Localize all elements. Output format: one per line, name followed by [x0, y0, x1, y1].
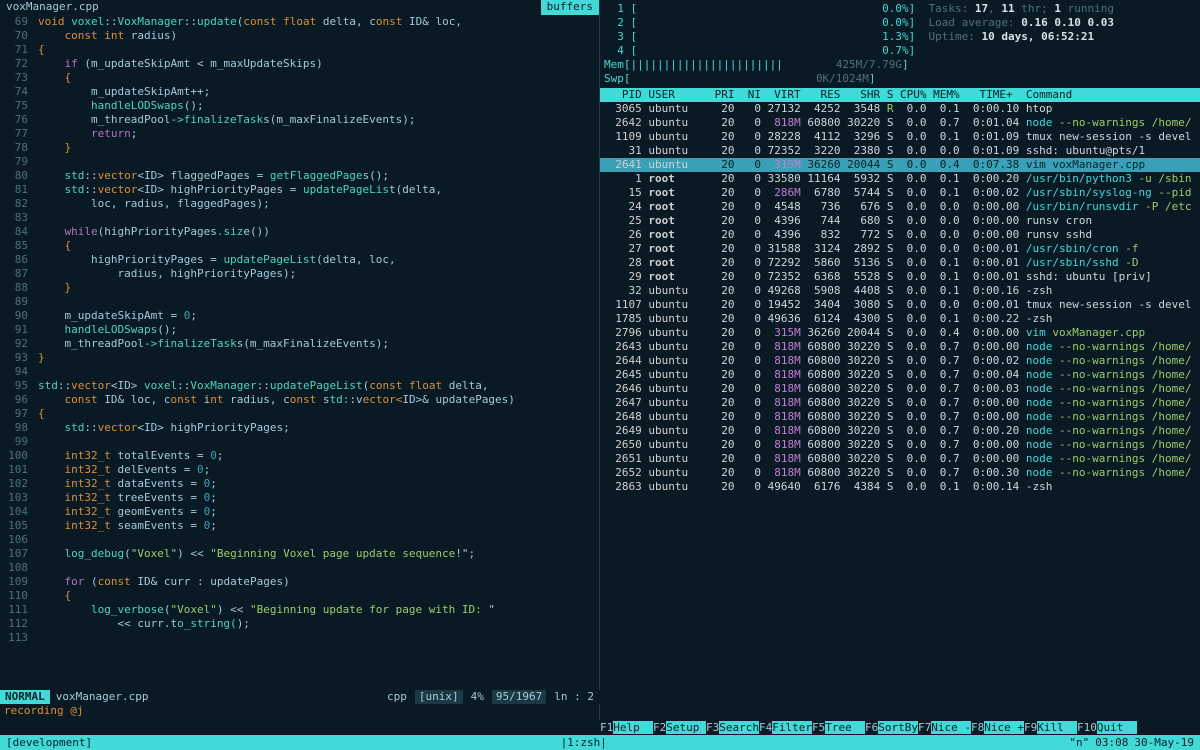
process-row[interactable]: 24 root 20 0 4548 736 676 S 0.0 0.0 0:00…: [600, 200, 1200, 214]
process-row[interactable]: 28 root 20 0 72292 5860 5136 S 0.0 0.1 0…: [600, 256, 1200, 270]
editor-pane: voxManager.cpp buffers 69void voxel::Vox…: [0, 0, 600, 720]
process-row[interactable]: 25 root 20 0 4396 744 680 S 0.0 0.0 0:00…: [600, 214, 1200, 228]
tmux-host: "n": [1069, 736, 1089, 750]
process-row[interactable]: 2652 ubuntu 20 0 818M 60800 30220 S 0.0 …: [600, 466, 1200, 480]
tmux-statusbar: [development] |1:zsh| "n" 03:08 30-May-1…: [0, 735, 1200, 750]
process-row[interactable]: 2651 ubuntu 20 0 818M 60800 30220 S 0.0 …: [600, 452, 1200, 466]
vim-recording: recording @j: [4, 704, 83, 718]
vim-filetype: cpp: [381, 690, 413, 704]
process-row[interactable]: 15 root 20 0 286M 6780 5744 S 0.0 0.1 0:…: [600, 186, 1200, 200]
process-row[interactable]: 2646 ubuntu 20 0 818M 60800 30220 S 0.0 …: [600, 382, 1200, 396]
vim-tabbar: voxManager.cpp buffers: [0, 0, 599, 15]
tmux-time: 03:08: [1095, 736, 1128, 750]
tmux-session[interactable]: [development]: [0, 736, 98, 750]
vim-fileformat: [unix]: [415, 690, 463, 704]
process-row[interactable]: 2647 ubuntu 20 0 818M 60800 30220 S 0.0 …: [600, 396, 1200, 410]
vim-statusline: NORMAL voxManager.cpp cpp [unix] 4% 95/1…: [0, 690, 600, 704]
htop-pane: 1 [ 0.0%] Tasks: 17, 11 thr; 1 running 2…: [600, 0, 1200, 720]
process-row[interactable]: 2641 ubuntu 20 0 315M 36260 20044 S 0.0 …: [600, 158, 1200, 172]
process-row[interactable]: 3065 ubuntu 20 0 27132 4252 3548 R 0.0 0…: [600, 102, 1200, 116]
process-row[interactable]: 2649 ubuntu 20 0 818M 60800 30220 S 0.0 …: [600, 424, 1200, 438]
vim-position: 95/1967: [492, 690, 546, 704]
code-area[interactable]: 69void voxel::VoxManager::update(const f…: [0, 15, 599, 645]
vim-mode: NORMAL: [0, 690, 50, 704]
process-row[interactable]: 31 ubuntu 20 0 72352 3220 2380 S 0.0 0.0…: [600, 144, 1200, 158]
process-row[interactable]: 29 root 20 0 72352 6368 5528 S 0.0 0.1 0…: [600, 270, 1200, 284]
process-row[interactable]: 2648 ubuntu 20 0 818M 60800 30220 S 0.0 …: [600, 410, 1200, 424]
process-row[interactable]: 2643 ubuntu 20 0 818M 60800 30220 S 0.0 …: [600, 340, 1200, 354]
process-row[interactable]: 1109 ubuntu 20 0 28228 4112 3296 S 0.0 0…: [600, 130, 1200, 144]
process-row[interactable]: 1 root 20 0 33580 11164 5932 S 0.0 0.1 0…: [600, 172, 1200, 186]
process-row[interactable]: 2863 ubuntu 20 0 49640 6176 4384 S 0.0 0…: [600, 480, 1200, 494]
process-row[interactable]: 1107 ubuntu 20 0 19452 3404 3080 S 0.0 0…: [600, 298, 1200, 312]
process-row[interactable]: 26 root 20 0 4396 832 772 S 0.0 0.0 0:00…: [600, 228, 1200, 242]
process-row[interactable]: 2642 ubuntu 20 0 818M 60800 30220 S 0.0 …: [600, 116, 1200, 130]
htop-fn-bar[interactable]: F1Help F2Setup F3SearchF4FilterF5Tree F6…: [600, 721, 1200, 735]
tab-filename[interactable]: voxManager.cpp: [0, 0, 105, 15]
process-row[interactable]: 2645 ubuntu 20 0 818M 60800 30220 S 0.0 …: [600, 368, 1200, 382]
vim-linecol: ln : 2: [548, 690, 600, 704]
process-row[interactable]: 2796 ubuntu 20 0 315M 36260 20044 S 0.0 …: [600, 326, 1200, 340]
vim-percent: 4%: [465, 690, 490, 704]
vim-filename: voxManager.cpp: [50, 690, 155, 704]
process-row[interactable]: 1785 ubuntu 20 0 49636 6124 4300 S 0.0 0…: [600, 312, 1200, 326]
process-row[interactable]: 2644 ubuntu 20 0 818M 60800 30220 S 0.0 …: [600, 354, 1200, 368]
process-row[interactable]: 32 ubuntu 20 0 49268 5908 4408 S 0.0 0.1…: [600, 284, 1200, 298]
htop-summary: 1 [ 0.0%] Tasks: 17, 11 thr; 1 running 2…: [600, 0, 1200, 88]
tmux-date: 30-May-19: [1134, 736, 1194, 750]
htop-process-list[interactable]: 3065 ubuntu 20 0 27132 4252 3548 R 0.0 0…: [600, 102, 1200, 494]
buffers-label[interactable]: buffers: [541, 0, 599, 15]
htop-column-header[interactable]: PID USER PRI NI VIRT RES SHR S CPU% MEM%…: [600, 88, 1200, 102]
process-row[interactable]: 2650 ubuntu 20 0 818M 60800 30220 S 0.0 …: [600, 438, 1200, 452]
tmux-window[interactable]: |1:zsh|: [555, 736, 613, 750]
process-row[interactable]: 27 root 20 0 31588 3124 2892 S 0.0 0.0 0…: [600, 242, 1200, 256]
